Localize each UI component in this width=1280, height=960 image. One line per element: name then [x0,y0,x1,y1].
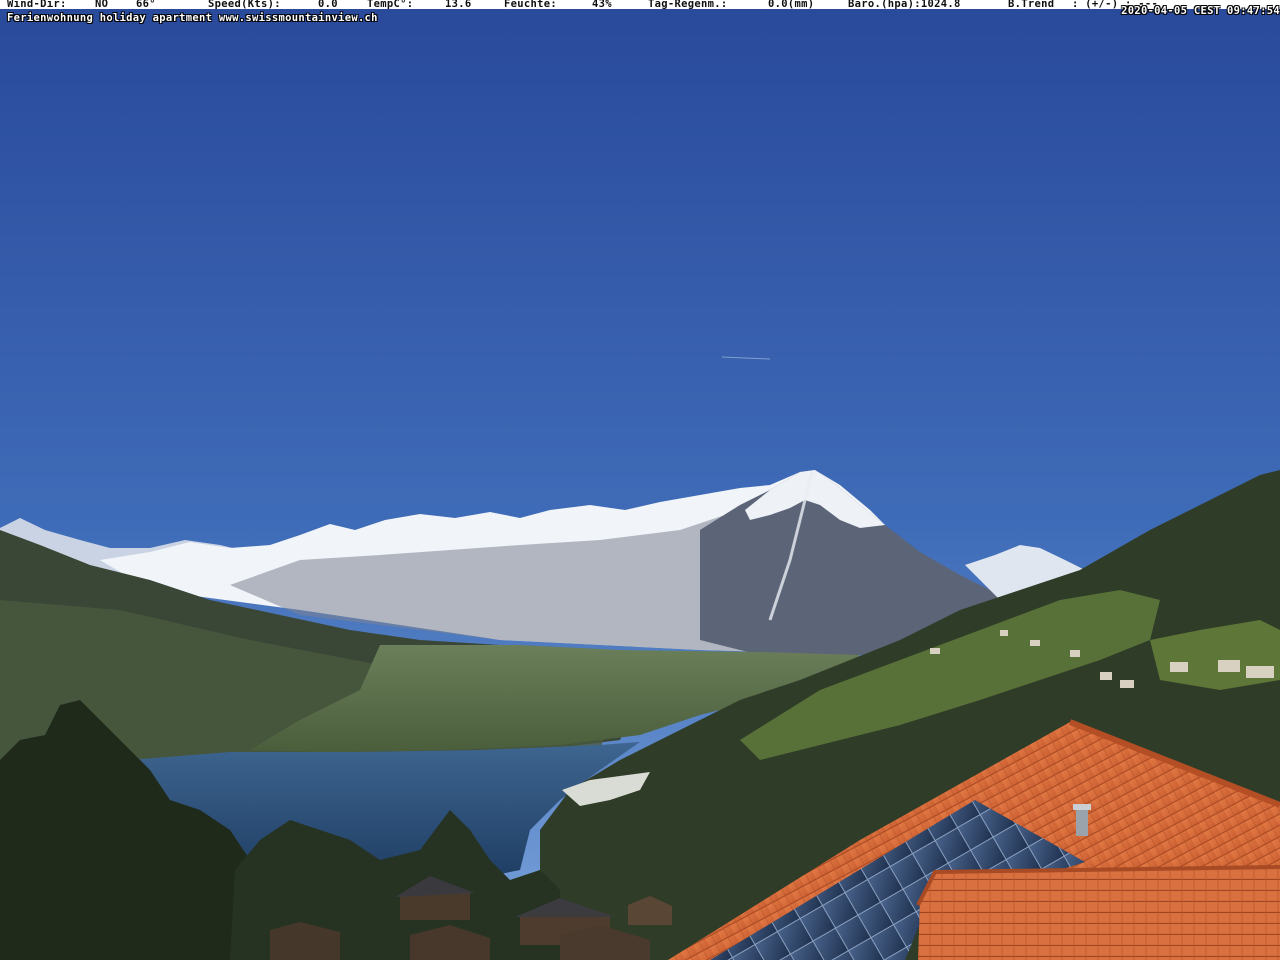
trend-label: B.Trend [1008,0,1055,10]
chimney-cap [1073,804,1091,810]
chimney-vent [1076,808,1088,836]
humidity-value: 43% [592,0,612,10]
rain-value: 0.0(mm) [768,0,815,10]
website-caption: Ferienwohnung holiday apartment www.swis… [7,12,378,24]
speed-value: 0.0 [318,0,338,10]
baro-label: Baro.(hpa):1024.8 [848,0,961,10]
timestamp: 2020-04-05 CEST 09:47:54 [1121,5,1280,17]
lower-roof [918,867,1280,960]
humidity-label: Feuchte: [504,0,557,10]
wind-dir-value: NO [95,0,109,10]
temp-value: 13.6 [445,0,472,10]
webcam-scene [0,0,1280,960]
speed-label: Speed(Kts): [208,0,281,10]
rain-label: Tag-Regenm.: [648,0,728,10]
temp-label: TempC°: [367,0,414,10]
wind-dir-degrees: 66° [136,0,156,10]
wind-dir-label: Wind-Dir: [7,0,67,10]
